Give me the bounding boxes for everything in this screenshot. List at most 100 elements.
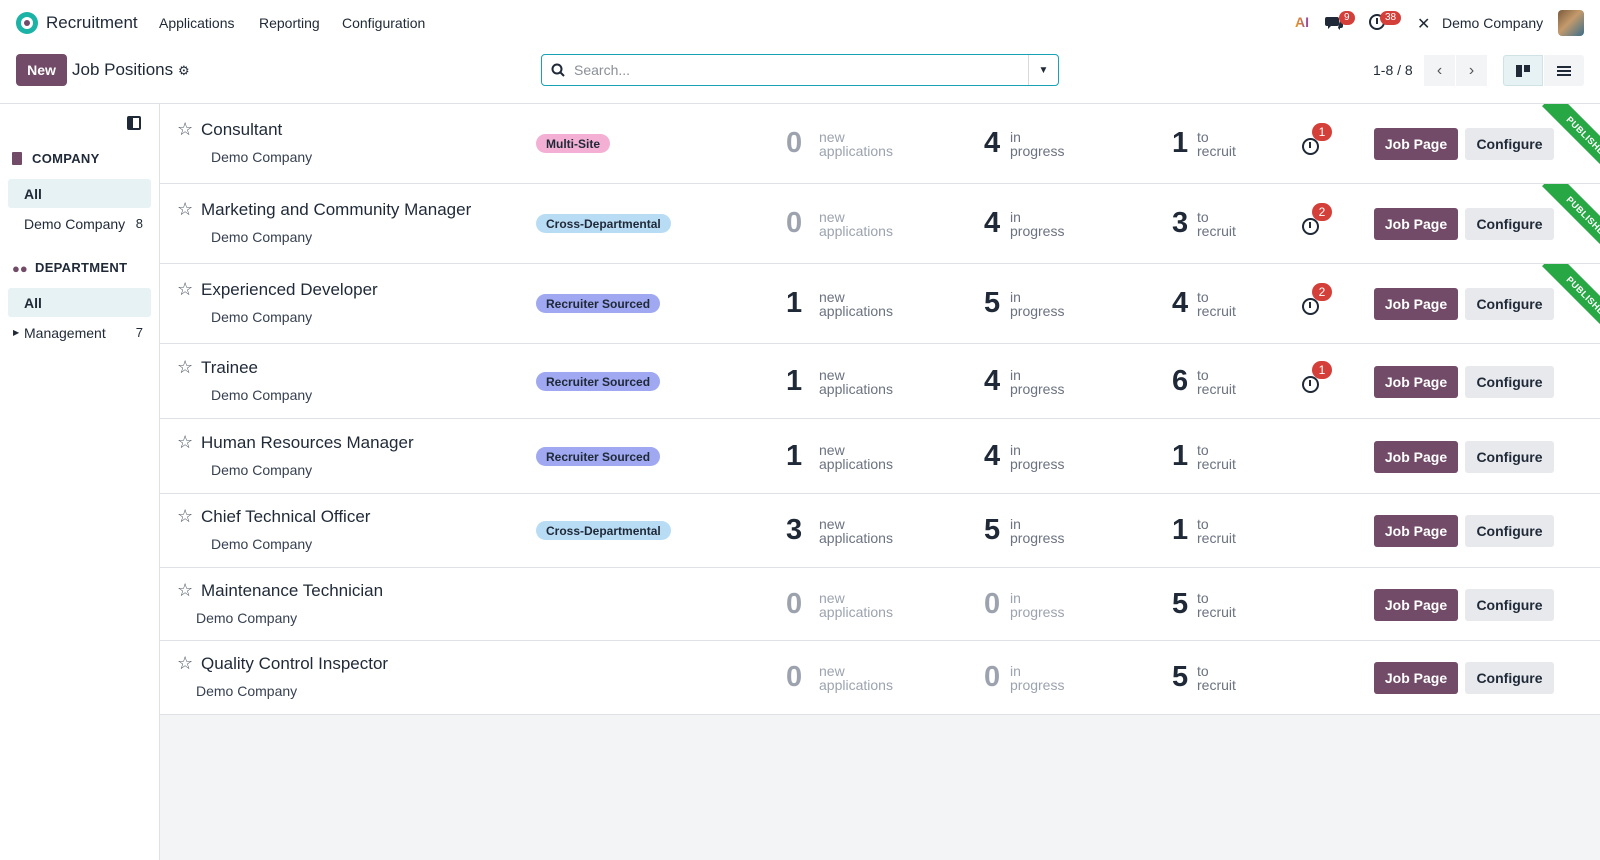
new-applications-count[interactable]: 1	[786, 441, 802, 471]
ai-icon[interactable]: AI	[1295, 14, 1309, 30]
configure-button[interactable]: Configure	[1465, 208, 1554, 240]
job-card[interactable]: ☆ Consultant Demo Company Multi-Site 0 new app…	[160, 104, 1600, 184]
user-avatar[interactable]	[1558, 10, 1584, 36]
job-page-button[interactable]: Job Page	[1374, 515, 1458, 547]
department-filter-management[interactable]: ▶ Management 7	[8, 318, 151, 347]
job-title[interactable]: Consultant	[201, 120, 282, 140]
pager-next-button[interactable]: ›	[1456, 55, 1487, 86]
configure-button[interactable]: Configure	[1465, 589, 1554, 621]
favorite-star-icon[interactable]: ☆	[177, 279, 193, 300]
favorite-star-icon[interactable]: ☆	[177, 653, 193, 674]
company-filter-all[interactable]: All	[8, 179, 151, 208]
in-progress-count[interactable]: 0	[984, 662, 1000, 692]
job-title[interactable]: Marketing and Community Manager	[201, 200, 471, 220]
department-filter-all[interactable]: All	[8, 288, 151, 317]
company-switcher[interactable]: Demo Company	[1442, 15, 1543, 31]
app-name[interactable]: Recruitment	[46, 13, 138, 33]
in-progress-count[interactable]: 4	[984, 128, 1000, 158]
pager-previous-button[interactable]: ‹	[1424, 55, 1455, 86]
job-title[interactable]: Experienced Developer	[201, 280, 378, 300]
job-page-button[interactable]: Job Page	[1374, 366, 1458, 398]
in-progress-count[interactable]: 5	[984, 515, 1000, 545]
favorite-star-icon[interactable]: ☆	[177, 580, 193, 601]
menu-configuration[interactable]: Configuration	[342, 15, 425, 31]
new-applications-count[interactable]: 0	[786, 662, 802, 692]
list-view-button[interactable]	[1544, 55, 1584, 86]
job-page-button[interactable]: Job Page	[1374, 208, 1458, 240]
favorite-star-icon[interactable]: ☆	[177, 119, 193, 140]
tools-icon[interactable]: ✕	[1417, 14, 1430, 34]
kanban-view-button[interactable]	[1503, 55, 1543, 86]
search-input[interactable]	[574, 56, 1028, 84]
department-filter-header: DEPARTMENT	[35, 260, 128, 275]
menu-reporting[interactable]: Reporting	[259, 15, 320, 31]
to-recruit-count[interactable]: 1	[1172, 128, 1188, 158]
pager-value[interactable]: 1-8 / 8	[1373, 62, 1413, 78]
company-filter-demo-company[interactable]: Demo Company 8	[8, 209, 151, 238]
in-progress-count[interactable]: 0	[984, 589, 1000, 619]
job-page-button[interactable]: Job Page	[1374, 288, 1458, 320]
new-applications-count[interactable]: 1	[786, 366, 802, 396]
configure-button[interactable]: Configure	[1465, 366, 1554, 398]
to-recruit-count[interactable]: 1	[1172, 515, 1188, 545]
configure-button[interactable]: Configure	[1465, 662, 1554, 694]
job-title[interactable]: Trainee	[201, 358, 258, 378]
job-card[interactable]: ☆ Trainee Demo Company Recruiter Sourced 1 ne…	[160, 344, 1600, 419]
caret-right-icon[interactable]: ▶	[13, 328, 19, 337]
job-card[interactable]: ☆ Human Resources Manager Demo Company Recr…	[160, 419, 1600, 494]
job-card[interactable]: ☆ Marketing and Community Manager Demo Com…	[160, 184, 1600, 264]
collapse-panel-icon[interactable]	[127, 116, 141, 130]
new-applications-count[interactable]: 0	[786, 208, 802, 238]
favorite-star-icon[interactable]: ☆	[177, 199, 193, 220]
to-recruit-count[interactable]: 3	[1172, 208, 1188, 238]
to-recruit-count[interactable]: 4	[1172, 288, 1188, 318]
configure-button[interactable]: Configure	[1465, 441, 1554, 473]
activity-clock-icon[interactable]	[1302, 376, 1319, 393]
job-card[interactable]: ☆ Experienced Developer Demo Company Recrui…	[160, 264, 1600, 344]
to-recruit-count[interactable]: 5	[1172, 662, 1188, 692]
new-applications-label: applications	[819, 381, 893, 397]
favorite-star-icon[interactable]: ☆	[177, 432, 193, 453]
job-card[interactable]: ☆ Quality Control Inspector Demo Company 0 n…	[160, 641, 1600, 715]
in-progress-count[interactable]: 4	[984, 441, 1000, 471]
activity-clock-icon[interactable]	[1302, 218, 1319, 235]
job-title[interactable]: Human Resources Manager	[201, 433, 414, 453]
gear-icon[interactable]: ⚙	[178, 63, 190, 79]
in-progress-count[interactable]: 4	[984, 366, 1000, 396]
new-applications-count[interactable]: 3	[786, 515, 802, 545]
job-card[interactable]: ☆ Chief Technical Officer Demo Company Cros…	[160, 494, 1600, 568]
in-progress-count[interactable]: 5	[984, 288, 1000, 318]
menu-applications[interactable]: Applications	[159, 15, 235, 31]
new-applications-label: applications	[819, 604, 893, 620]
job-page-button[interactable]: Job Page	[1374, 128, 1458, 160]
filter-count: 7	[135, 325, 143, 340]
to-recruit-count[interactable]: 6	[1172, 366, 1188, 396]
to-recruit-count[interactable]: 1	[1172, 441, 1188, 471]
job-page-button[interactable]: Job Page	[1374, 662, 1458, 694]
in-progress-label: progress	[1010, 303, 1065, 319]
to-recruit-count[interactable]: 5	[1172, 589, 1188, 619]
job-title[interactable]: Chief Technical Officer	[201, 507, 370, 527]
job-card[interactable]: ☆ Maintenance Technician Demo Company 0 new a…	[160, 568, 1600, 641]
in-progress-label: in	[1010, 590, 1021, 606]
in-progress-count[interactable]: 4	[984, 208, 1000, 238]
activity-clock-icon[interactable]	[1302, 298, 1319, 315]
new-button[interactable]: New	[16, 54, 67, 86]
filter-label: Demo Company	[24, 215, 126, 232]
recruitment-app-icon[interactable]	[16, 12, 38, 34]
activity-clock-icon[interactable]	[1302, 138, 1319, 155]
new-applications-count[interactable]: 0	[786, 128, 802, 158]
new-applications-count[interactable]: 0	[786, 589, 802, 619]
job-page-button[interactable]: Job Page	[1374, 441, 1458, 473]
configure-button[interactable]: Configure	[1465, 128, 1554, 160]
favorite-star-icon[interactable]: ☆	[177, 357, 193, 378]
configure-button[interactable]: Configure	[1465, 515, 1554, 547]
new-applications-count[interactable]: 1	[786, 288, 802, 318]
job-title[interactable]: Maintenance Technician	[201, 581, 383, 601]
configure-button[interactable]: Configure	[1465, 288, 1554, 320]
job-page-button[interactable]: Job Page	[1374, 589, 1458, 621]
job-company: Demo Company	[211, 462, 313, 478]
job-title[interactable]: Quality Control Inspector	[201, 654, 388, 674]
favorite-star-icon[interactable]: ☆	[177, 506, 193, 527]
search-options-toggle[interactable]: ▼	[1028, 55, 1058, 85]
